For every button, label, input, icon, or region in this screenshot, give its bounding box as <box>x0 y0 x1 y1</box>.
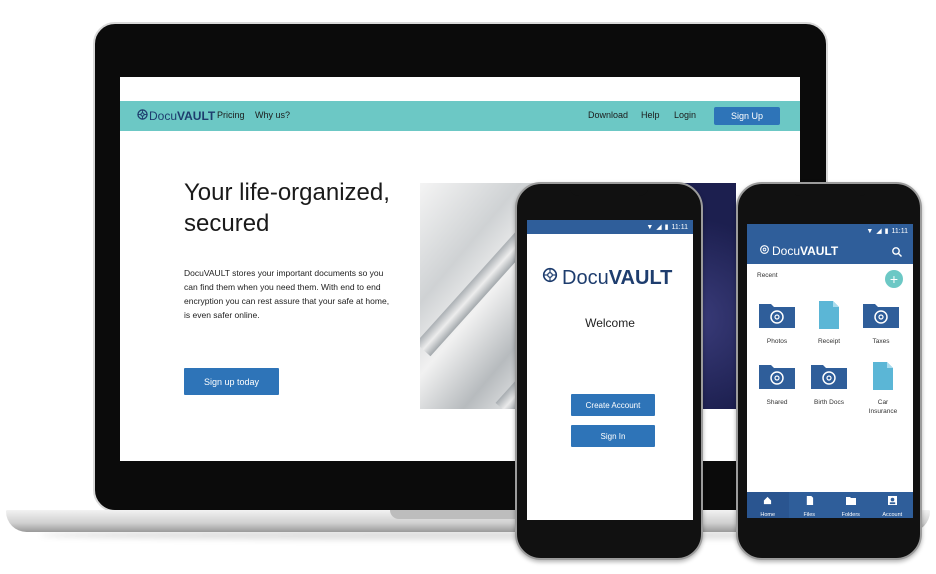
app-header: Docu VAULT <box>747 238 913 264</box>
tab-files[interactable]: Files <box>789 492 831 518</box>
status-bar: ▼ ◢ ▮ 11:11 <box>747 224 913 238</box>
nav-link-download[interactable]: Download <box>588 110 628 120</box>
signal-icon: ◢ <box>656 224 662 231</box>
folder-icon <box>861 304 901 334</box>
logo-text-light: Docu <box>562 266 609 289</box>
signal-icon: ◢ <box>876 228 882 235</box>
phone-home: ▼ ◢ ▮ 11:11 Docu VAULT Recent + Photos R… <box>736 182 922 560</box>
tile-taxes[interactable]: Taxes <box>857 300 905 346</box>
signup-button[interactable]: Sign Up <box>714 107 780 125</box>
gear-logo-icon <box>759 244 770 258</box>
nav-link-login[interactable]: Login <box>674 110 696 120</box>
tile-label: Birth Docs <box>814 399 844 406</box>
status-time: 11:11 <box>891 227 908 235</box>
site-navbar: Docu VAULT Pricing Why us? Download Help … <box>120 101 800 131</box>
app-logo: Docu VAULT <box>759 244 838 258</box>
status-time: 11:11 <box>671 223 688 231</box>
tile-photos[interactable]: Photos <box>753 300 801 346</box>
recent-label: Recent <box>757 272 778 279</box>
folders-icon <box>845 492 856 510</box>
nav-link-pricing[interactable]: Pricing <box>217 110 245 120</box>
phone-welcome: ▼ ◢ ▮ 11:11 Docu VAULT Welcome Create Acc… <box>515 182 703 560</box>
battery-icon: ▮ <box>884 228 889 235</box>
phone-home-screen: ▼ ◢ ▮ 11:11 Docu VAULT Recent + Photos R… <box>747 224 913 518</box>
welcome-heading: Welcome <box>585 316 635 330</box>
nav-link-why-us[interactable]: Why us? <box>255 110 290 120</box>
create-account-button[interactable]: Create Account <box>571 394 655 416</box>
tile-receipt[interactable]: Receipt <box>805 300 853 346</box>
tile-label: Shared <box>766 399 788 406</box>
tile-label: Photos <box>766 338 788 345</box>
signup-today-button[interactable]: Sign up today <box>184 368 279 395</box>
file-icon <box>814 301 844 334</box>
device-mockup: Docu VAULT Pricing Why us? Download Help … <box>0 0 936 574</box>
gear-logo-icon <box>541 266 559 290</box>
logo-text-bold: VAULT <box>800 244 839 258</box>
tile-shared[interactable]: Shared <box>753 361 801 407</box>
tab-label: Files <box>803 512 816 518</box>
gear-logo-icon <box>136 108 149 124</box>
logo-text-bold: VAULT <box>177 109 216 123</box>
site-logo[interactable]: Docu VAULT <box>136 109 215 123</box>
wifi-icon: ▼ <box>866 227 874 235</box>
status-bar: ▼ ◢ ▮ 11:11 <box>527 220 693 234</box>
hero-description: DocuVAULT stores your important document… <box>184 268 390 320</box>
battery-icon: ▮ <box>664 224 669 231</box>
bottom-navigation: Home Files Folders Account <box>747 492 913 518</box>
add-button[interactable]: + <box>885 270 903 288</box>
tile-label: Receipt <box>817 338 841 345</box>
tab-label: Folders <box>841 512 860 518</box>
phone-notch <box>569 184 649 196</box>
tile-car-insurance[interactable]: Car Insurance <box>857 361 909 416</box>
tile-birth-docs[interactable]: Birth Docs <box>805 361 853 407</box>
file-icon <box>868 362 898 395</box>
search-icon[interactable] <box>891 245 903 257</box>
phone-notch <box>790 184 870 196</box>
logo-text-light: Docu <box>149 109 178 123</box>
phone-welcome-screen: ▼ ◢ ▮ 11:11 Docu VAULT Welcome Create Acc… <box>527 220 693 520</box>
logo-text-bold: VAULT <box>608 266 673 289</box>
tab-label: Account <box>882 512 903 518</box>
tab-home[interactable]: Home <box>747 492 789 518</box>
nav-link-help[interactable]: Help <box>641 110 660 120</box>
folder-icon <box>757 304 797 334</box>
tab-folders[interactable]: Folders <box>830 492 872 518</box>
tile-label: Car Insurance <box>868 399 898 415</box>
account-icon <box>887 492 897 510</box>
tab-label: Home <box>760 512 776 518</box>
files-icon <box>805 492 814 510</box>
wifi-icon: ▼ <box>646 223 654 231</box>
sign-in-button[interactable]: Sign In <box>571 425 655 447</box>
hero-title: Your life-organized, secured <box>184 179 390 237</box>
folder-icon <box>809 365 849 395</box>
tile-label: Taxes <box>872 338 890 345</box>
tab-account[interactable]: Account <box>872 492 914 518</box>
folder-icon <box>757 365 797 395</box>
home-icon <box>763 492 772 510</box>
logo-text-light: Docu <box>772 244 801 258</box>
welcome-logo: Docu VAULT <box>541 266 672 290</box>
